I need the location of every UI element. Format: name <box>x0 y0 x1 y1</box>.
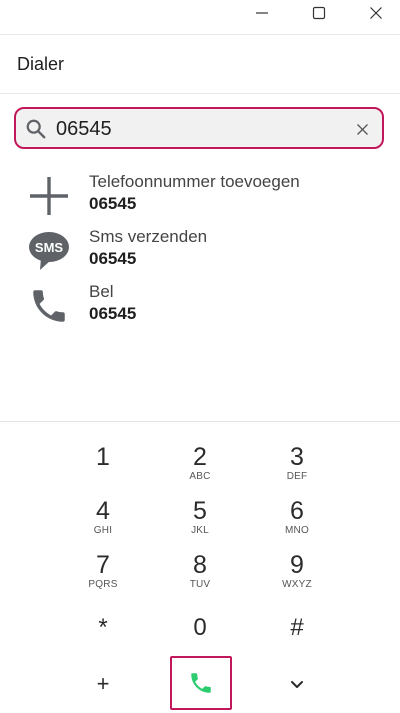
divider <box>0 421 400 422</box>
minimize-icon <box>256 12 268 14</box>
phone-icon <box>26 284 72 328</box>
key-4[interactable]: 4 GHI <box>63 497 143 547</box>
key-digit: 9 <box>290 551 304 579</box>
send-sms-action[interactable]: SMS Sms verzenden 06545 <box>0 225 400 277</box>
key-letters: GHI <box>93 525 113 536</box>
key-digit: # <box>290 614 304 641</box>
key-letters: JKL <box>191 525 209 536</box>
phone-icon <box>191 673 211 693</box>
key-2[interactable]: 2 ABC <box>160 443 240 493</box>
key-digit: 4 <box>96 497 110 525</box>
maximize-icon <box>312 6 326 20</box>
key-digit: 1 <box>96 443 110 471</box>
key-letters: PQRS <box>88 579 118 590</box>
key-digit: * <box>98 614 108 641</box>
key-letters: MNO <box>285 525 309 536</box>
search-icon <box>26 119 46 139</box>
key-letters: DEF <box>286 471 308 482</box>
close-icon <box>356 123 368 135</box>
key-digit: 0 <box>193 614 207 641</box>
key-8[interactable]: 8 TUV <box>160 551 240 601</box>
action-label: Telefoonnummer toevoegen <box>89 172 300 191</box>
key-hash[interactable]: # <box>257 614 337 664</box>
key-digit: 6 <box>290 497 304 525</box>
key-6[interactable]: 6 MNO <box>257 497 337 547</box>
minimize-button[interactable] <box>243 0 281 26</box>
close-icon <box>370 7 382 19</box>
key-5[interactable]: 5 JKL <box>160 497 240 547</box>
key-digit: 3 <box>290 443 304 471</box>
page-title: Dialer <box>17 54 65 74</box>
key-9[interactable]: 9 WXYZ <box>257 551 337 601</box>
key-digit: 2 <box>193 443 207 471</box>
action-label: Bel <box>89 282 114 301</box>
title-bar <box>0 0 400 34</box>
app-bar: Dialer <box>0 34 400 94</box>
clear-search-button[interactable] <box>352 119 372 139</box>
key-digit: 7 <box>96 551 110 579</box>
close-window-button[interactable] <box>357 0 395 26</box>
key-7[interactable]: 7 PQRS <box>63 551 143 601</box>
search-input[interactable] <box>56 115 346 143</box>
key-letters: WXYZ <box>282 579 312 590</box>
key-letters: ABC <box>189 471 211 482</box>
key-digit: 8 <box>193 551 207 579</box>
search-box[interactable] <box>14 107 384 149</box>
key-star[interactable]: * <box>63 614 143 664</box>
call-button[interactable] <box>170 656 232 710</box>
collapse-keypad-button[interactable] <box>277 664 317 704</box>
call-action[interactable]: Bel 06545 <box>0 280 400 332</box>
action-number: 06545 <box>89 304 137 323</box>
maximize-button[interactable] <box>300 0 338 26</box>
key-3[interactable]: 3 DEF <box>257 443 337 493</box>
sms-icon: SMS <box>26 229 72 273</box>
key-1[interactable]: 1 <box>63 443 143 493</box>
plus-icon <box>26 174 72 218</box>
svg-text:SMS: SMS <box>35 240 64 255</box>
key-digit: 5 <box>193 497 207 525</box>
action-number: 06545 <box>89 249 137 268</box>
add-contact-action[interactable]: Telefoonnummer toevoegen 06545 <box>0 170 400 222</box>
action-label: Sms verzenden <box>89 227 208 246</box>
action-number: 06545 <box>89 194 137 213</box>
chevron-down-icon <box>291 681 303 688</box>
plus-button[interactable]: + <box>83 664 123 704</box>
key-letters: TUV <box>189 579 211 590</box>
plus-label: + <box>96 671 110 696</box>
